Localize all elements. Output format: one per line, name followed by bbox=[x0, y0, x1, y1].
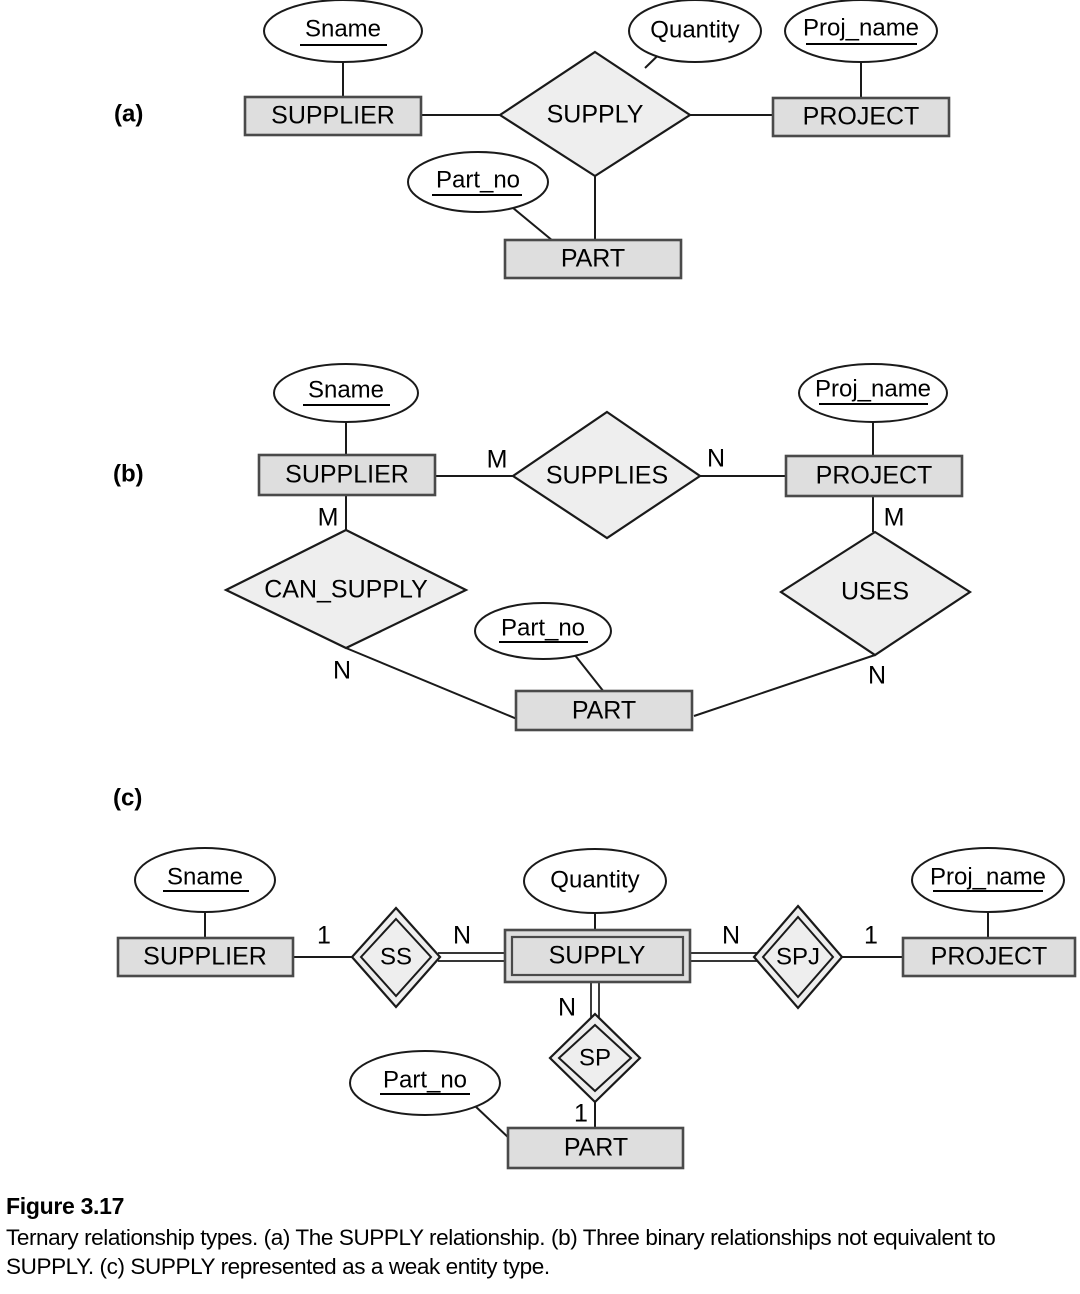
er-diagram-canvas: SUPPLY SUPPLIER PROJECT PART Sname Quant… bbox=[113, 0, 1077, 1170]
relationship-sp-c-label: SP bbox=[579, 1044, 611, 1071]
relationship-supplies-b-label: SUPPLIES bbox=[546, 462, 668, 490]
diagram-part-b: SUPPLIES CAN_SUPPLY USES SUPPLIER PROJEC… bbox=[113, 363, 973, 732]
part-label-a: (a) bbox=[114, 100, 143, 127]
line-uses-part-b bbox=[693, 654, 876, 717]
cardinality-sp-part-c: 1 bbox=[574, 1100, 588, 1128]
cardinality-project-uses-b: M bbox=[884, 504, 905, 532]
entity-supplier-a-label: SUPPLIER bbox=[271, 102, 395, 130]
attribute-sname-a-label: Sname bbox=[305, 15, 381, 42]
attribute-sname-b-label: Sname bbox=[308, 376, 384, 403]
attribute-quantity-c-label: Quantity bbox=[550, 866, 639, 893]
figure-caption: Figure 3.17 Ternary relationship types. … bbox=[6, 1192, 1006, 1282]
entity-project-a-label: PROJECT bbox=[803, 103, 920, 131]
attribute-projname-c-label: Proj_name bbox=[930, 863, 1046, 890]
cardinality-spj-project-c: 1 bbox=[864, 922, 878, 950]
part-label-b: (b) bbox=[113, 460, 144, 487]
cardinality-supplier-cansupply-b: M bbox=[318, 504, 339, 532]
cardinality-cansupply-part-b: N bbox=[333, 657, 351, 685]
attribute-sname-c-label: Sname bbox=[167, 863, 243, 890]
diagram-part-a: SUPPLY SUPPLIER PROJECT PART Sname Quant… bbox=[114, 0, 951, 280]
diagram-part-c: SS SPJ SP SUPPLIER SUPPLY PROJECT PART S… bbox=[113, 784, 1077, 1170]
cardinality-supply-sp-c: N bbox=[558, 994, 576, 1022]
relationship-supply-a-label: SUPPLY bbox=[547, 101, 644, 129]
entity-supply-c-label: SUPPLY bbox=[549, 942, 646, 970]
entity-part-c-label: PART bbox=[564, 1134, 628, 1162]
entity-project-c-label: PROJECT bbox=[931, 943, 1048, 971]
entity-part-b-label: PART bbox=[572, 697, 636, 725]
cardinality-supply-spj-c: N bbox=[722, 922, 740, 950]
attribute-projname-b-label: Proj_name bbox=[815, 375, 931, 402]
relationship-can-supply-b-label: CAN_SUPPLY bbox=[264, 576, 428, 604]
entity-project-b-label: PROJECT bbox=[816, 462, 933, 490]
line-partno-part-b bbox=[573, 653, 605, 693]
attribute-partno-c-label: Part_no bbox=[383, 1066, 467, 1093]
line-cansupply-part-b bbox=[345, 647, 518, 720]
line-partno-part-c bbox=[473, 1104, 513, 1142]
cardinality-supplier-supplies-b: M bbox=[487, 446, 508, 474]
figure-3-17: SUPPLY SUPPLIER PROJECT PART Sname Quant… bbox=[0, 0, 1080, 1294]
cardinality-ss-supply-c: N bbox=[453, 922, 471, 950]
entity-supplier-c-label: SUPPLIER bbox=[143, 943, 267, 971]
entity-part-a-label: PART bbox=[561, 245, 625, 273]
attribute-quantity-a-label: Quantity bbox=[650, 16, 739, 43]
figure-caption-text: Ternary relationship types. (a) The SUPP… bbox=[6, 1224, 996, 1280]
relationship-spj-c-label: SPJ bbox=[776, 943, 820, 970]
figure-number-label: Figure 3.17 bbox=[6, 1193, 125, 1219]
entity-supplier-b-label: SUPPLIER bbox=[285, 461, 409, 489]
relationship-ss-c-label: SS bbox=[380, 943, 412, 970]
attribute-partno-b-label: Part_no bbox=[501, 614, 585, 641]
attribute-projname-a-label: Proj_name bbox=[803, 14, 919, 41]
attribute-partno-a-label: Part_no bbox=[436, 166, 520, 193]
cardinality-supplier-ss-c: 1 bbox=[317, 922, 331, 950]
part-label-c: (c) bbox=[113, 784, 142, 811]
cardinality-uses-part-b: N bbox=[868, 662, 886, 690]
cardinality-supplies-project-b: N bbox=[707, 445, 725, 473]
relationship-uses-b-label: USES bbox=[841, 578, 909, 606]
